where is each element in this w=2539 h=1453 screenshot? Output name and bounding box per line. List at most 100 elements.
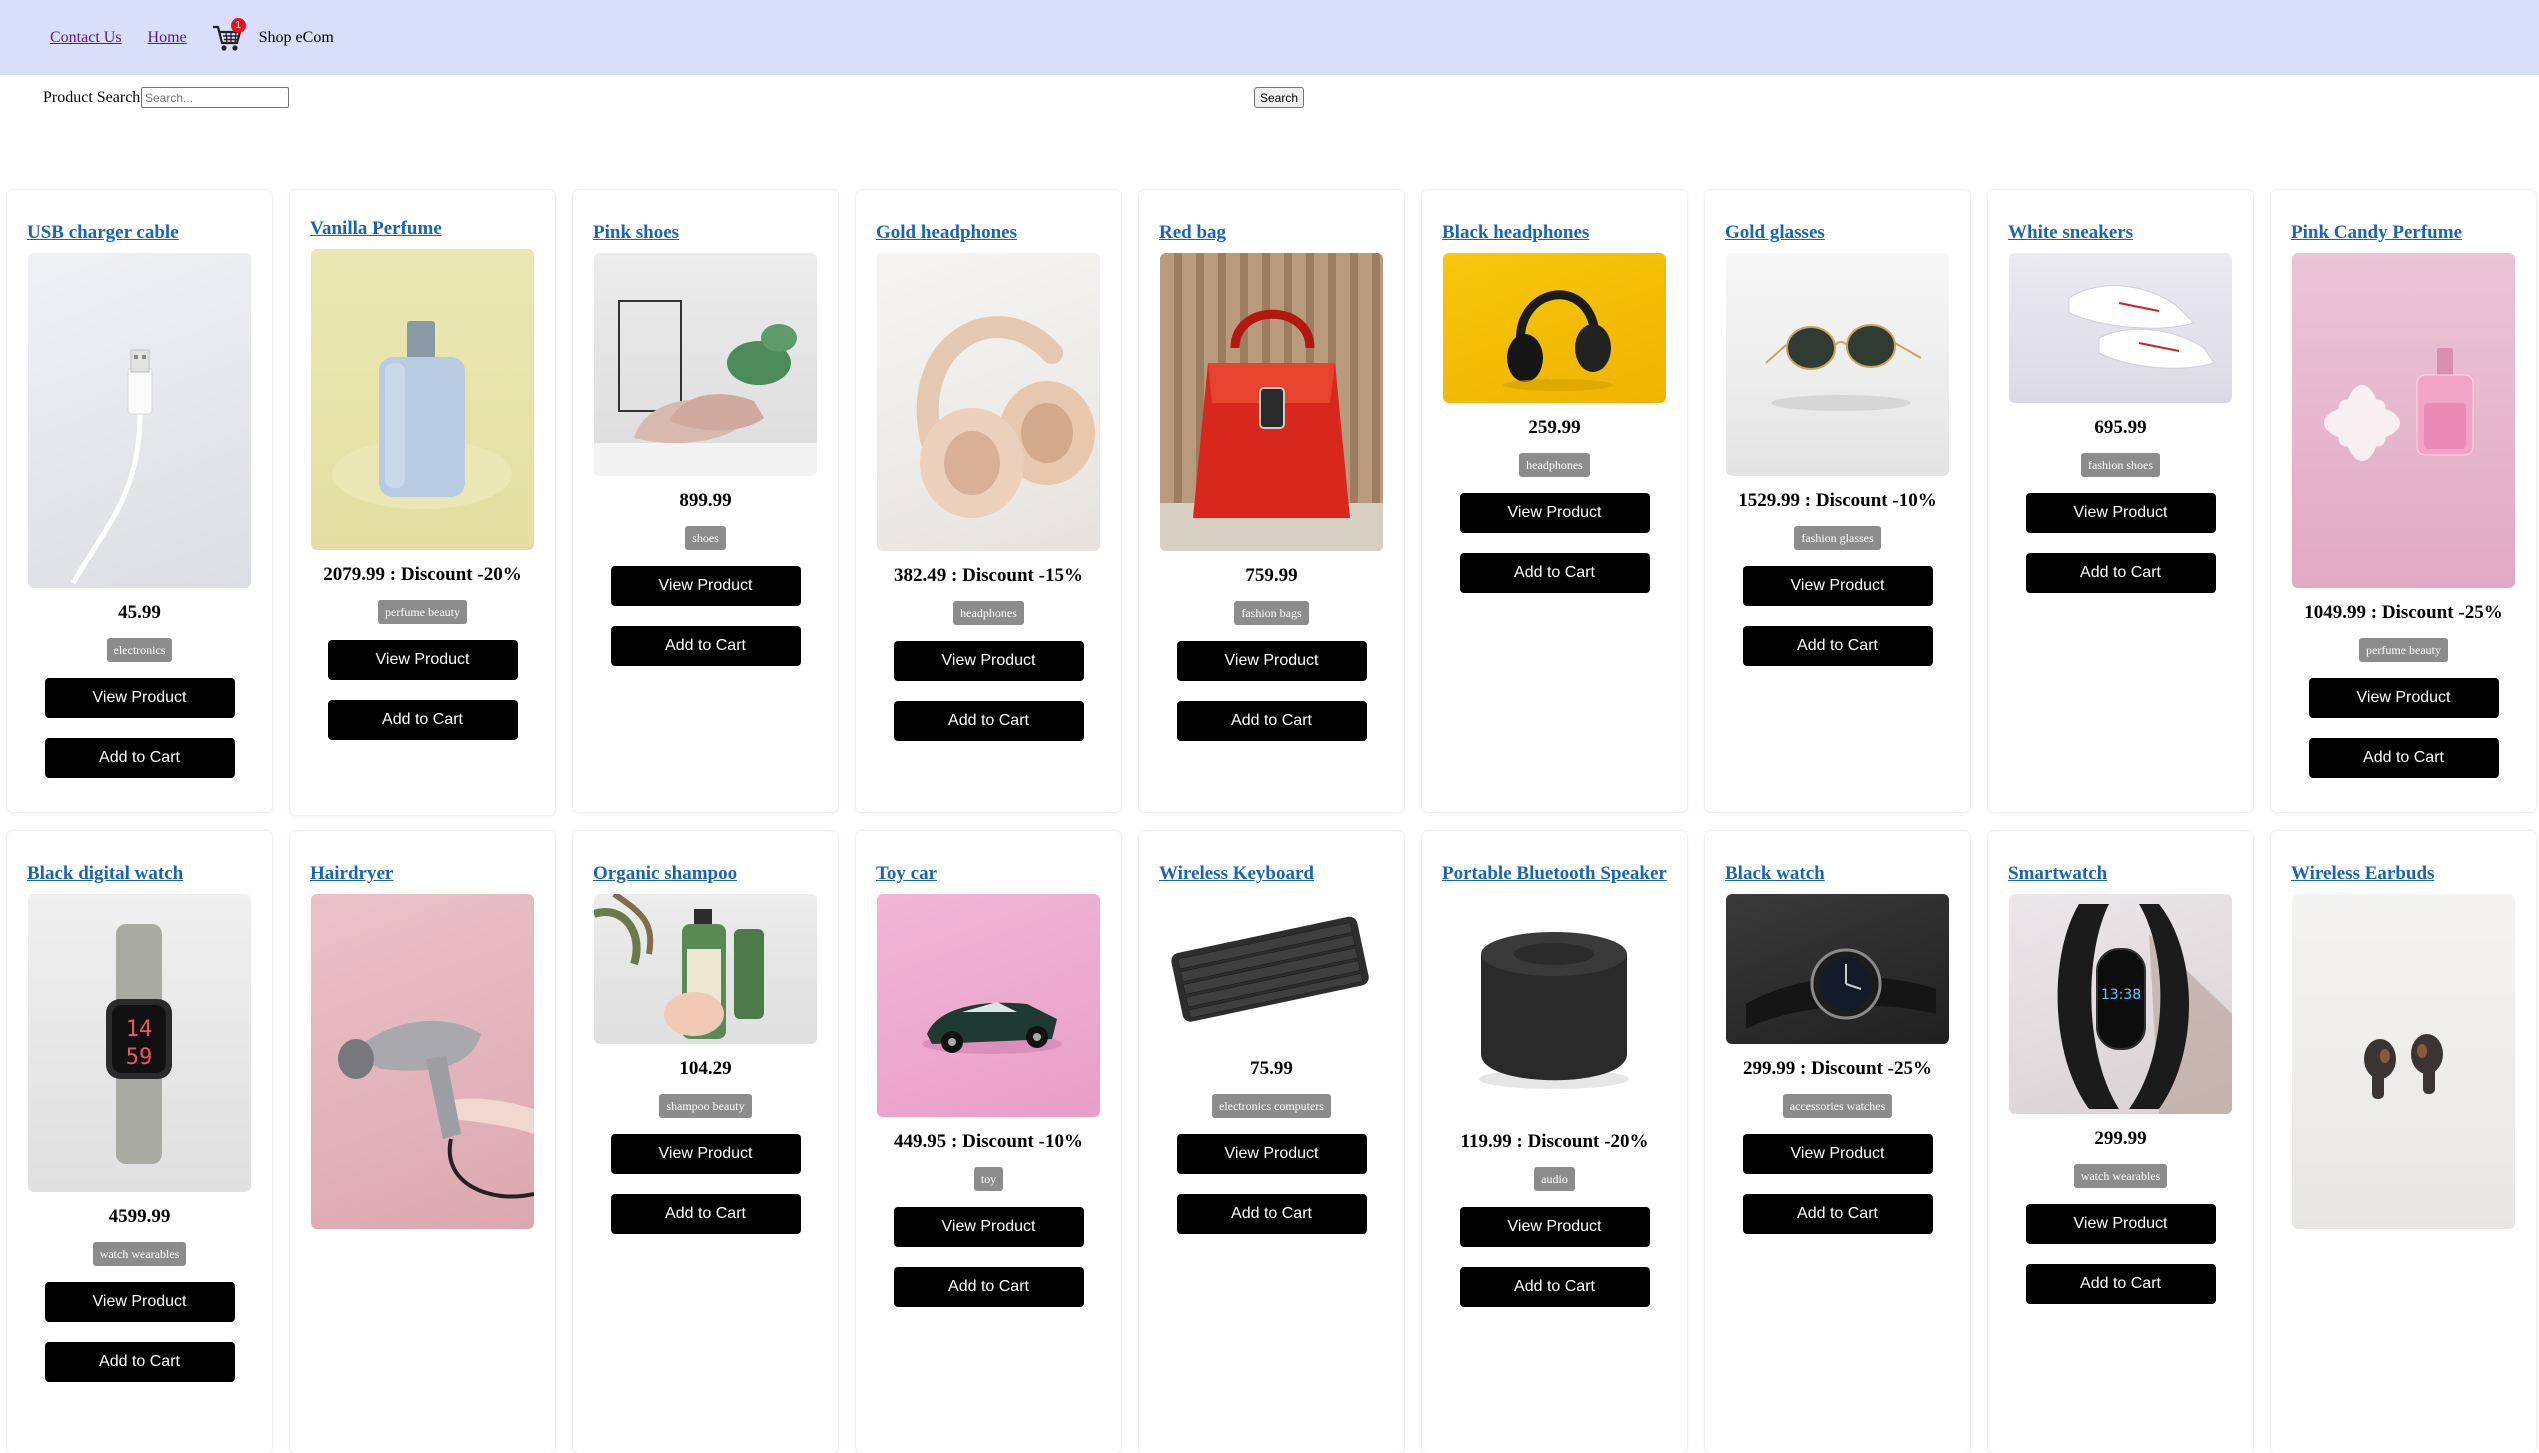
brand-name: Shop eCom bbox=[258, 28, 334, 46]
product-grid: USB charger cable 45.99 electronics View… bbox=[7, 190, 2538, 1453]
add-to-cart-button[interactable]: Add to Cart bbox=[2025, 553, 2216, 593]
product-title-link[interactable]: Black headphones bbox=[1442, 222, 1589, 244]
category-badge: audio bbox=[1534, 1167, 1575, 1191]
svg-text:13:38: 13:38 bbox=[2101, 987, 2141, 1003]
product-image[interactable] bbox=[1160, 253, 1383, 551]
product-image[interactable] bbox=[1726, 894, 1949, 1044]
view-product-button[interactable]: View Product bbox=[2025, 493, 2216, 533]
product-image[interactable] bbox=[1443, 253, 1666, 403]
product-title-link[interactable]: Toy car bbox=[876, 863, 937, 885]
add-to-cart-button[interactable]: Add to Cart bbox=[893, 701, 1084, 741]
product-card: Gold headphones 382.49 : Discount -15% h… bbox=[856, 190, 1121, 812]
product-image[interactable] bbox=[311, 249, 534, 550]
product-card: Smartwatch 13:38 299.99 watch wearables … bbox=[1988, 831, 2253, 1453]
product-title-link[interactable]: Wireless Earbuds bbox=[2291, 863, 2434, 885]
product-card: Pink shoes 899.99 shoes View Product Add… bbox=[573, 190, 838, 812]
product-title-link[interactable]: Gold glasses bbox=[1725, 222, 1825, 244]
product-title-link[interactable]: Portable Bluetooth Speaker bbox=[1442, 863, 1667, 885]
view-product-button[interactable]: View Product bbox=[1459, 493, 1650, 533]
product-image[interactable] bbox=[2292, 253, 2515, 588]
view-product-button[interactable]: View Product bbox=[1176, 641, 1367, 681]
product-title-link[interactable]: Hairdryer bbox=[310, 863, 393, 885]
add-to-cart-button[interactable]: Add to Cart bbox=[44, 1342, 235, 1382]
view-product-button[interactable]: View Product bbox=[1742, 1134, 1933, 1174]
add-to-cart-button[interactable]: Add to Cart bbox=[1742, 626, 1933, 666]
view-product-button[interactable]: View Product bbox=[2308, 678, 2499, 718]
product-title-link[interactable]: Red bag bbox=[1159, 222, 1226, 244]
product-image[interactable] bbox=[1443, 894, 1666, 1117]
add-to-cart-button[interactable]: Add to Cart bbox=[1742, 1194, 1933, 1234]
product-image[interactable] bbox=[1160, 894, 1383, 1044]
product-price: 382.49 : Discount -15% bbox=[894, 565, 1083, 586]
product-card: Red bag 759.99 fashion bags View Product… bbox=[1139, 190, 1404, 812]
search-input[interactable] bbox=[141, 87, 289, 108]
add-to-cart-button[interactable]: Add to Cart bbox=[327, 700, 518, 740]
product-title-link[interactable]: Pink Candy Perfume bbox=[2291, 222, 2462, 244]
product-title-link[interactable]: Wireless Keyboard bbox=[1159, 863, 1314, 885]
product-image[interactable] bbox=[28, 253, 251, 588]
product-price: 759.99 bbox=[1245, 565, 1298, 586]
product-card: Portable Bluetooth Speaker 119.99 : Disc… bbox=[1422, 831, 1687, 1453]
product-price: 45.99 bbox=[118, 602, 161, 623]
add-to-cart-button[interactable]: Add to Cart bbox=[44, 738, 235, 778]
product-image[interactable]: 13:38 bbox=[2009, 894, 2232, 1114]
view-product-button[interactable]: View Product bbox=[2025, 1204, 2216, 1244]
category-badge: perfume beauty bbox=[2359, 638, 2448, 662]
product-title-link[interactable]: Black watch bbox=[1725, 863, 1825, 885]
product-image[interactable] bbox=[1726, 253, 1949, 476]
product-image[interactable]: 14 59 bbox=[28, 894, 251, 1192]
view-product-button[interactable]: View Product bbox=[1176, 1134, 1367, 1174]
product-image[interactable] bbox=[2009, 253, 2232, 403]
product-image[interactable] bbox=[594, 253, 817, 476]
view-product-button[interactable]: View Product bbox=[44, 1282, 235, 1322]
product-image[interactable] bbox=[2292, 894, 2515, 1229]
product-title-link[interactable]: Pink shoes bbox=[593, 222, 679, 244]
search-button[interactable]: Search bbox=[1254, 87, 1305, 108]
product-price: 1529.99 : Discount -10% bbox=[1738, 490, 1937, 511]
product-title-link[interactable]: Organic shampoo bbox=[593, 863, 737, 885]
add-to-cart-button[interactable]: Add to Cart bbox=[1176, 1194, 1367, 1234]
product-card: Black watch 299.99 : Discount -25% acces… bbox=[1705, 831, 1970, 1453]
product-price: 104.29 bbox=[679, 1058, 732, 1079]
category-badge: fashion bags bbox=[1234, 601, 1309, 625]
product-card: Wireless Keyboard 75.99 electronics comp… bbox=[1139, 831, 1404, 1453]
search-bar: Product Search Search bbox=[0, 75, 2539, 115]
product-image[interactable] bbox=[594, 894, 817, 1044]
product-title-link[interactable]: USB charger cable bbox=[27, 222, 179, 244]
product-title-link[interactable]: Gold headphones bbox=[876, 222, 1017, 244]
product-image[interactable] bbox=[311, 894, 534, 1229]
product-title-link[interactable]: Smartwatch bbox=[2008, 863, 2107, 885]
cart-button[interactable]: 1 bbox=[209, 17, 246, 55]
view-product-button[interactable]: View Product bbox=[610, 566, 801, 606]
view-product-button[interactable]: View Product bbox=[610, 1134, 801, 1174]
view-product-button[interactable]: View Product bbox=[1459, 1207, 1650, 1247]
add-to-cart-button[interactable]: Add to Cart bbox=[610, 626, 801, 666]
product-title-link[interactable]: Black digital watch bbox=[27, 863, 183, 885]
home-link[interactable]: Home bbox=[148, 29, 187, 47]
add-to-cart-button[interactable]: Add to Cart bbox=[1459, 1267, 1650, 1307]
contact-us-link[interactable]: Contact Us bbox=[50, 29, 122, 47]
product-image[interactable] bbox=[877, 253, 1100, 551]
product-card: USB charger cable 45.99 electronics View… bbox=[7, 190, 272, 812]
view-product-button[interactable]: View Product bbox=[1742, 566, 1933, 606]
product-price: 299.99 : Discount -25% bbox=[1743, 1058, 1932, 1079]
add-to-cart-button[interactable]: Add to Cart bbox=[2308, 738, 2499, 778]
cart-count-badge: 1 bbox=[230, 17, 246, 33]
view-product-button[interactable]: View Product bbox=[327, 640, 518, 680]
product-title-link[interactable]: White sneakers bbox=[2008, 222, 2133, 244]
add-to-cart-button[interactable]: Add to Cart bbox=[1176, 701, 1367, 741]
product-title-link[interactable]: Vanilla Perfume bbox=[310, 218, 442, 240]
add-to-cart-button[interactable]: Add to Cart bbox=[893, 1267, 1084, 1307]
product-price: 449.95 : Discount -10% bbox=[894, 1131, 1083, 1152]
view-product-button[interactable]: View Product bbox=[44, 678, 235, 718]
category-badge: fashion shoes bbox=[2081, 453, 2160, 477]
add-to-cart-button[interactable]: Add to Cart bbox=[2025, 1264, 2216, 1304]
product-card: Vanilla Perfume 2079.99 : Discount -20% … bbox=[290, 190, 555, 815]
product-price: 899.99 bbox=[679, 490, 732, 511]
add-to-cart-button[interactable]: Add to Cart bbox=[1459, 553, 1650, 593]
product-image[interactable] bbox=[877, 894, 1100, 1117]
add-to-cart-button[interactable]: Add to Cart bbox=[610, 1194, 801, 1234]
product-card: Organic shampoo 104.29 shampoo beauty Vi… bbox=[573, 831, 838, 1453]
view-product-button[interactable]: View Product bbox=[893, 641, 1084, 681]
view-product-button[interactable]: View Product bbox=[893, 1207, 1084, 1247]
